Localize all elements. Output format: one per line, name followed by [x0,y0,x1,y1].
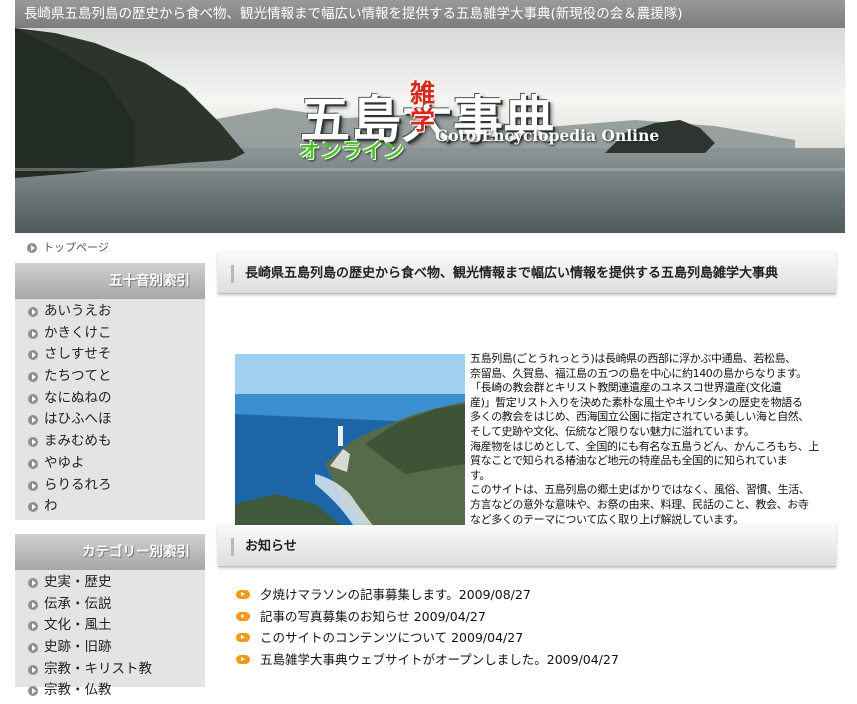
arrow-circle-icon [28,393,38,404]
news-link[interactable]: 夕焼けマラソンの記事募集します。2009/08/27 [260,587,531,602]
index-section-heading: 五十音別索引 [15,263,205,299]
arrow-circle-icon [28,307,38,317]
index-item[interactable]: らりるれろ [15,475,205,497]
notice-heading: お知らせ [218,525,836,567]
breadcrumb-home-link[interactable]: トップページ [43,241,109,254]
news-item[interactable]: 五島雑学大事典ウェブサイトがオープンしました。2009/04/27 [235,649,835,671]
header-banner: 五島大事典 雑学 Goto Encyclopedia Online オンライン [15,28,845,233]
arrow-circle-icon [28,599,38,610]
arrow-circle-icon [28,480,38,491]
logo-english: Goto Encyclopedia Online [435,126,660,145]
section-divider [15,519,205,534]
breadcrumb[interactable]: トップページ [15,233,205,263]
news-item[interactable]: 夕焼けマラソンの記事募集します。2009/08/27 [235,584,835,606]
index-item[interactable]: あいうえお [15,301,205,323]
index-item[interactable]: まみむめも [15,431,205,453]
logo-online: オンライン [299,139,404,163]
site-tagline: 長崎県五島列島の歴史から食べ物、観光情報まで幅広い情報を提供する五島雑学大事典(… [15,0,845,28]
bullet-arrow-icon [236,611,250,621]
intro-text: 五島列島(ごとうれっとう)は長崎県の西部に浮かぶ中通島、若松島、 奈留島、久賀島… [470,352,819,526]
arrow-circle-icon [28,642,38,653]
category-item[interactable]: 伝承・伝説 [15,594,205,616]
arrow-circle-icon [28,350,38,361]
main-content: 長崎県五島列島の歴史から食べ物、観光情報まで幅広い情報を提供する五島列島雑学大事… [218,252,836,667]
category-item[interactable]: 宗教・仏教 [15,680,205,702]
category-item[interactable]: 史跡・旧跡 [15,637,205,659]
arrow-circle-icon [28,372,38,383]
main-heading: 長崎県五島列島の歴史から食べ物、観光情報まで幅広い情報を提供する五島列島雑学大事… [218,252,836,294]
bullet-arrow-icon [236,633,250,642]
category-list: 史実・歴史 伝承・伝説 文化・風土 史跡・旧跡 宗教・キリスト教 宗教・仏教 [15,570,205,704]
category-item[interactable]: 宗教・キリスト教 [15,659,205,681]
index-item[interactable]: さしすせそ [15,344,205,366]
news-link[interactable]: このサイトのコンテンツについて 2009/04/27 [260,630,523,645]
category-section-heading: カテゴリー別索引 [15,533,205,570]
arrow-circle-icon [28,328,38,339]
arrow-circle-icon [28,621,38,632]
coast-photo [235,354,465,528]
index-item[interactable]: たちつてと [15,366,205,388]
index-item[interactable]: かきくけこ [15,323,205,345]
arrow-circle-icon [28,577,38,588]
arrow-circle-icon [28,437,38,448]
arrow-circle-icon [28,502,38,513]
news-item[interactable]: このサイトのコンテンツについて 2009/04/27 [235,627,835,649]
bullet-arrow-icon [236,590,250,599]
index-item[interactable]: やゆよ [15,453,205,475]
news-list: 夕焼けマラソンの記事募集します。2009/08/27 記事の写真募集のお知らせ … [235,584,835,670]
news-item[interactable]: 記事の写真募集のお知らせ 2009/04/27 [235,606,835,628]
index-item[interactable]: なにぬねの [15,388,205,410]
index-item[interactable]: はひふへほ [15,409,205,431]
arrow-circle-icon [28,415,38,426]
arrow-circle-icon [27,243,37,253]
arrow-circle-icon [28,458,38,469]
bullet-arrow-icon [236,654,250,664]
news-link[interactable]: 五島雑学大事典ウェブサイトがオープンしました。2009/04/27 [260,652,619,667]
category-item[interactable]: 史実・歴史 [15,572,205,594]
arrow-circle-icon [28,664,38,675]
index-item[interactable]: わ [15,496,205,518]
logo-vertical-text: 雑学 [410,79,436,135]
index-list: あいうえお かきくけこ さしすせそ たちつてと なにぬねの はひふへほ まみむめ… [15,299,205,520]
page: 長崎県五島列島の歴史から食べ物、観光情報まで幅広い情報を提供する五島雑学大事典(… [15,0,845,698]
arrow-circle-icon [28,686,38,697]
intro-section: 五島列島(ごとうれっとう)は長崎県の西部に浮かぶ中通島、若松島、 奈留島、久賀島… [218,294,836,529]
category-item[interactable]: 文化・風土 [15,615,205,637]
coast-photo-drawing [235,354,465,528]
news-link[interactable]: 記事の写真募集のお知らせ 2009/04/27 [260,609,486,624]
sidebar: トップページ 五十音別索引 あいうえお かきくけこ さしすせそ たちつてと なに… [15,233,205,698]
